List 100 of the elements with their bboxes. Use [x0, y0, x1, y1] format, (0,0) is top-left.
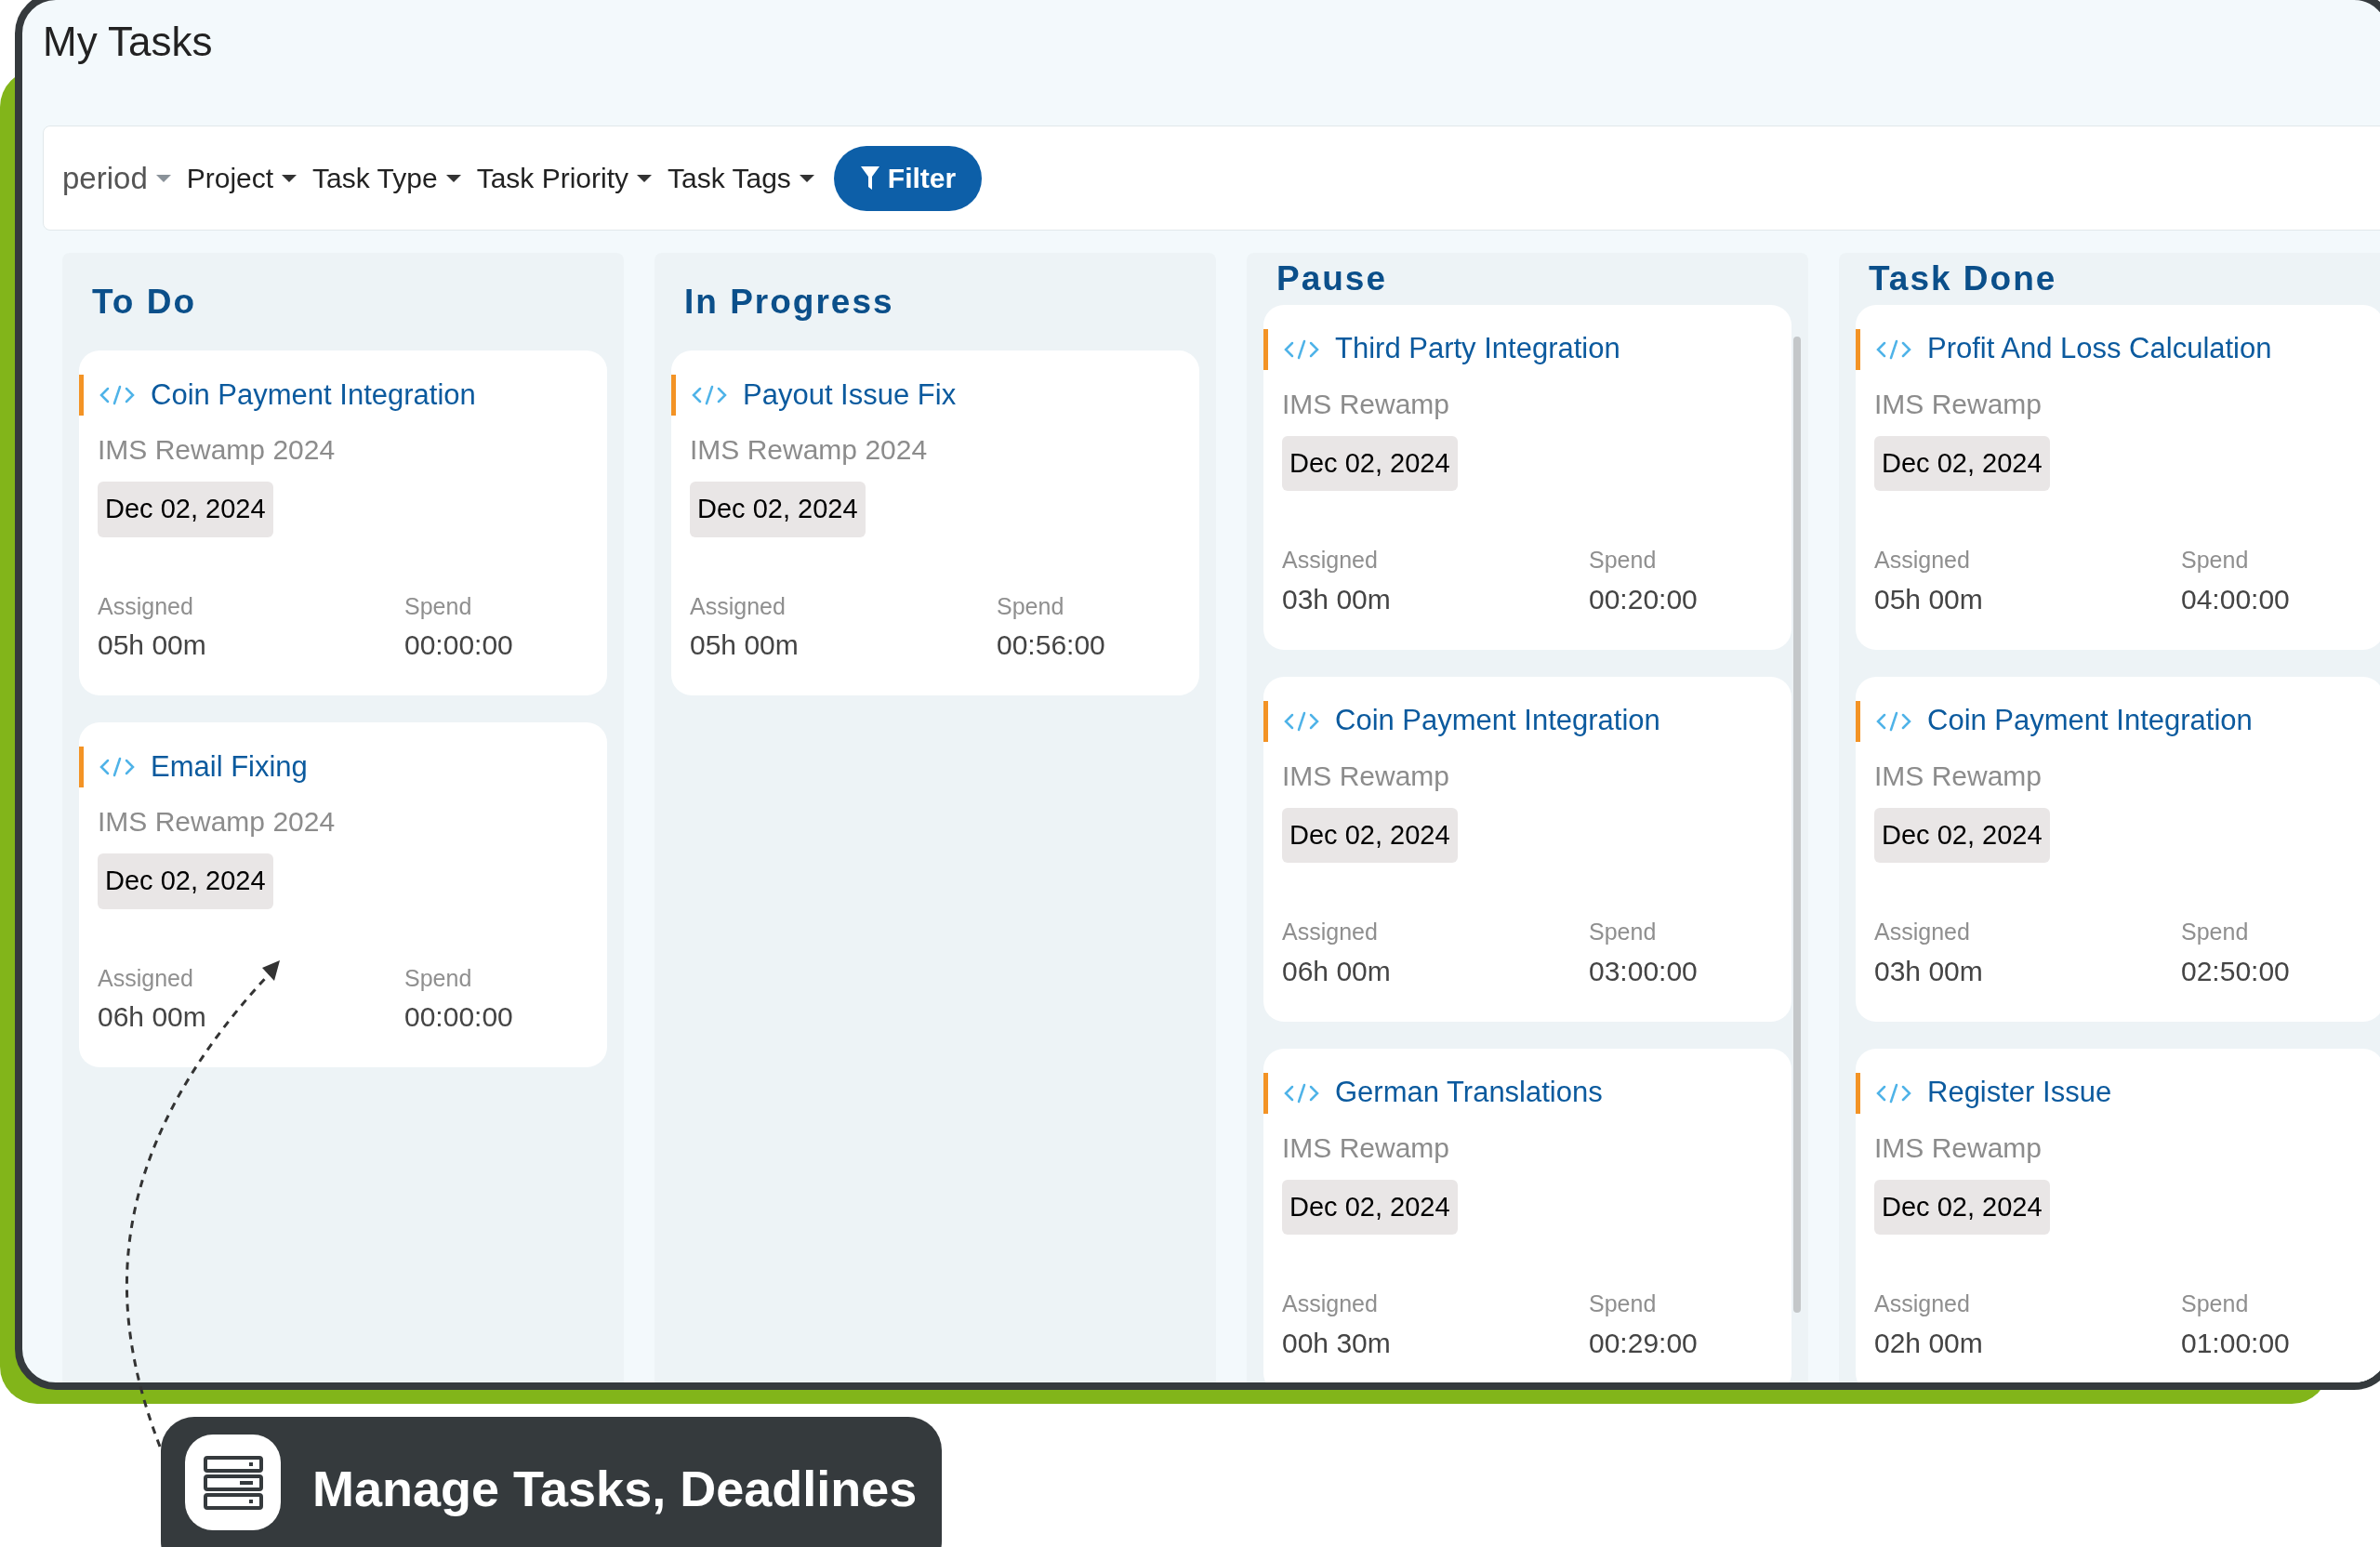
assigned-label: Assigned	[98, 591, 194, 621]
task-title: Email Fixing	[151, 748, 308, 785]
task-title: German Translations	[1335, 1075, 1603, 1111]
task-card[interactable]: Payout Issue Fix IMS Rewamp 2024 Dec 02, 2024 Assigned Spend 05h 00m 00:56:00	[671, 350, 1199, 695]
task-card[interactable]: Coin Payment Integration IMS Rewamp 2024 Dec 02, 2024 Assigned Spend 05h 00m 00:00:00	[79, 350, 607, 695]
spend-label: Spend	[997, 591, 1065, 621]
spend-label: Spend	[404, 963, 473, 993]
filter-dropdown[interactable]: Task Priority	[476, 157, 653, 199]
filter-dropdown[interactable]: period	[62, 154, 172, 202]
caret-icon	[636, 173, 653, 183]
spend-label: Spend	[2181, 546, 2250, 575]
spend-time: 00:00:00	[404, 1000, 514, 1034]
spend-label: Spend	[1589, 1289, 1658, 1318]
filter-button[interactable]: Filter	[833, 145, 983, 211]
assigned-label: Assigned	[1282, 546, 1379, 575]
assigned-label: Assigned	[1282, 1289, 1379, 1318]
due-date: Dec 02, 2024	[1282, 435, 1458, 491]
project-name: IMS Rewamp	[1874, 759, 2043, 793]
task-card[interactable]: Email Fixing IMS Rewamp 2024 Dec 02, 2024 Assigned Spend 06h 00m 00:00:00	[79, 722, 607, 1067]
due-date: Dec 02, 2024	[1874, 1179, 2050, 1235]
assigned-label: Assigned	[1282, 918, 1379, 946]
filter-dropdown[interactable]: Project	[186, 157, 298, 199]
task-title: Register Issue	[1927, 1075, 2112, 1111]
caret-icon	[444, 173, 462, 183]
due-date: Dec 02, 2024	[98, 853, 273, 909]
due-date: Dec 02, 2024	[1282, 807, 1458, 863]
spend-time: 00:00:00	[404, 628, 514, 662]
spend-time: 02:50:00	[2181, 954, 2291, 988]
code-icon	[1875, 709, 1912, 733]
spend-label: Spend	[404, 591, 473, 621]
task-title: Payout Issue Fix	[743, 377, 957, 413]
assigned-time: 00h 30m	[1282, 1326, 1392, 1360]
due-date: Dec 02, 2024	[98, 482, 273, 537]
project-name: IMS Rewamp 2024	[98, 433, 336, 467]
task-card[interactable]: Profit And Loss Calculation IMS Rewamp Dec 02, 2024 Assigned Spend 05h 00m 04:00:00	[1856, 304, 2380, 650]
project-name: IMS Rewamp	[1874, 387, 2043, 421]
assigned-time: 06h 00m	[98, 1000, 207, 1034]
spend-label: Spend	[1589, 918, 1658, 946]
task-card[interactable]: Coin Payment Integration IMS Rewamp Dec 02, 2024 Assigned Spend 06h 00m 03:00:00	[1263, 676, 1792, 1022]
due-date: Dec 02, 2024	[1874, 807, 2050, 863]
spend-time: 00:56:00	[997, 628, 1106, 662]
assigned-time: 05h 00m	[1874, 582, 1984, 616]
filter-dropdown[interactable]: Task Tags	[668, 157, 815, 199]
task-title: Profit And Loss Calculation	[1927, 331, 2272, 367]
column-title: Task Done	[1869, 258, 2057, 299]
caret-icon	[798, 173, 815, 183]
project-name: IMS Rewamp	[1282, 1130, 1450, 1165]
caret-icon	[154, 173, 172, 183]
task-card[interactable]: German Translations IMS Rewamp Dec 02, 2024 Assigned Spend 00h 30m 00:29:00	[1263, 1048, 1792, 1382]
spend-label: Spend	[2181, 1289, 2250, 1318]
code-icon	[691, 384, 728, 406]
assigned-time: 05h 00m	[98, 628, 207, 662]
project-name: IMS Rewamp	[1874, 1130, 2043, 1165]
task-title: Coin Payment Integration	[1335, 703, 1660, 739]
due-date: Dec 02, 2024	[690, 482, 866, 537]
column-title: Pause	[1276, 258, 1387, 299]
caret-icon	[281, 173, 298, 183]
task-title: Coin Payment Integration	[151, 377, 476, 413]
project-name: IMS Rewamp 2024	[98, 805, 336, 839]
assigned-label: Assigned	[690, 591, 787, 621]
assigned-time: 03h 00m	[1282, 582, 1392, 616]
assigned-time: 02h 00m	[1874, 1326, 1984, 1360]
spend-label: Spend	[1589, 546, 1658, 575]
assigned-time: 06h 00m	[1282, 954, 1392, 988]
code-icon	[99, 384, 136, 406]
scrollbar[interactable]	[1793, 337, 1801, 1313]
column-title: To Do	[92, 281, 197, 323]
callout-text: Manage Tasks, Deadlines	[312, 1460, 918, 1518]
server-icon	[185, 1435, 281, 1530]
assigned-label: Assigned	[1874, 546, 1971, 575]
page-title: My Tasks	[43, 19, 213, 64]
due-date: Dec 02, 2024	[1874, 435, 2050, 491]
task-card[interactable]: Register Issue IMS Rewamp Dec 02, 2024 Assigned Spend 02h 00m 01:00:00	[1856, 1048, 2380, 1382]
due-date: Dec 02, 2024	[1282, 1179, 1458, 1235]
assigned-time: 05h 00m	[690, 628, 800, 662]
code-icon	[1283, 709, 1320, 733]
task-title: Third Party Integration	[1335, 331, 1620, 367]
code-icon	[1875, 1081, 1912, 1104]
funnel-icon	[859, 165, 880, 192]
spend-time: 00:29:00	[1589, 1326, 1699, 1360]
task-title: Coin Payment Integration	[1927, 703, 2253, 739]
code-icon	[1283, 337, 1320, 361]
spend-label: Spend	[2181, 918, 2250, 946]
task-card[interactable]: Third Party Integration IMS Rewamp Dec 02, 2024 Assigned Spend 03h 00m 00:20:00	[1263, 304, 1792, 650]
code-icon	[1283, 1081, 1320, 1104]
spend-time: 01:00:00	[2181, 1326, 2291, 1360]
spend-time: 03:00:00	[1589, 954, 1699, 988]
assigned-label: Assigned	[1874, 1289, 1971, 1318]
filter-dropdown[interactable]: Task Type	[312, 157, 462, 199]
spend-time: 04:00:00	[2181, 582, 2291, 616]
code-icon	[99, 756, 136, 778]
task-card[interactable]: Coin Payment Integration IMS Rewamp Dec 02, 2024 Assigned Spend 03h 00m 02:50:00	[1856, 676, 2380, 1022]
project-name: IMS Rewamp	[1282, 387, 1450, 421]
project-name: IMS Rewamp	[1282, 759, 1450, 793]
assigned-label: Assigned	[98, 963, 194, 993]
code-icon	[1875, 337, 1912, 361]
spend-time: 00:20:00	[1589, 582, 1699, 616]
project-name: IMS Rewamp 2024	[690, 433, 928, 467]
assigned-time: 03h 00m	[1874, 954, 1984, 988]
column-title: In Progress	[684, 281, 894, 323]
